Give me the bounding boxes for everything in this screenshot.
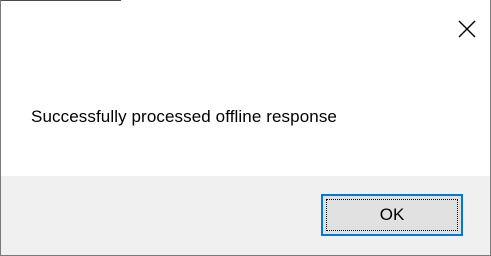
message-dialog: Successfully processed offline response … (0, 0, 491, 256)
close-icon (458, 20, 476, 38)
dialog-message: Successfully processed offline response (31, 107, 337, 126)
ok-button[interactable]: OK (321, 194, 463, 236)
close-button[interactable] (452, 14, 482, 44)
ok-button-label: OK (379, 205, 405, 224)
window-top-edge (1, 0, 121, 1)
